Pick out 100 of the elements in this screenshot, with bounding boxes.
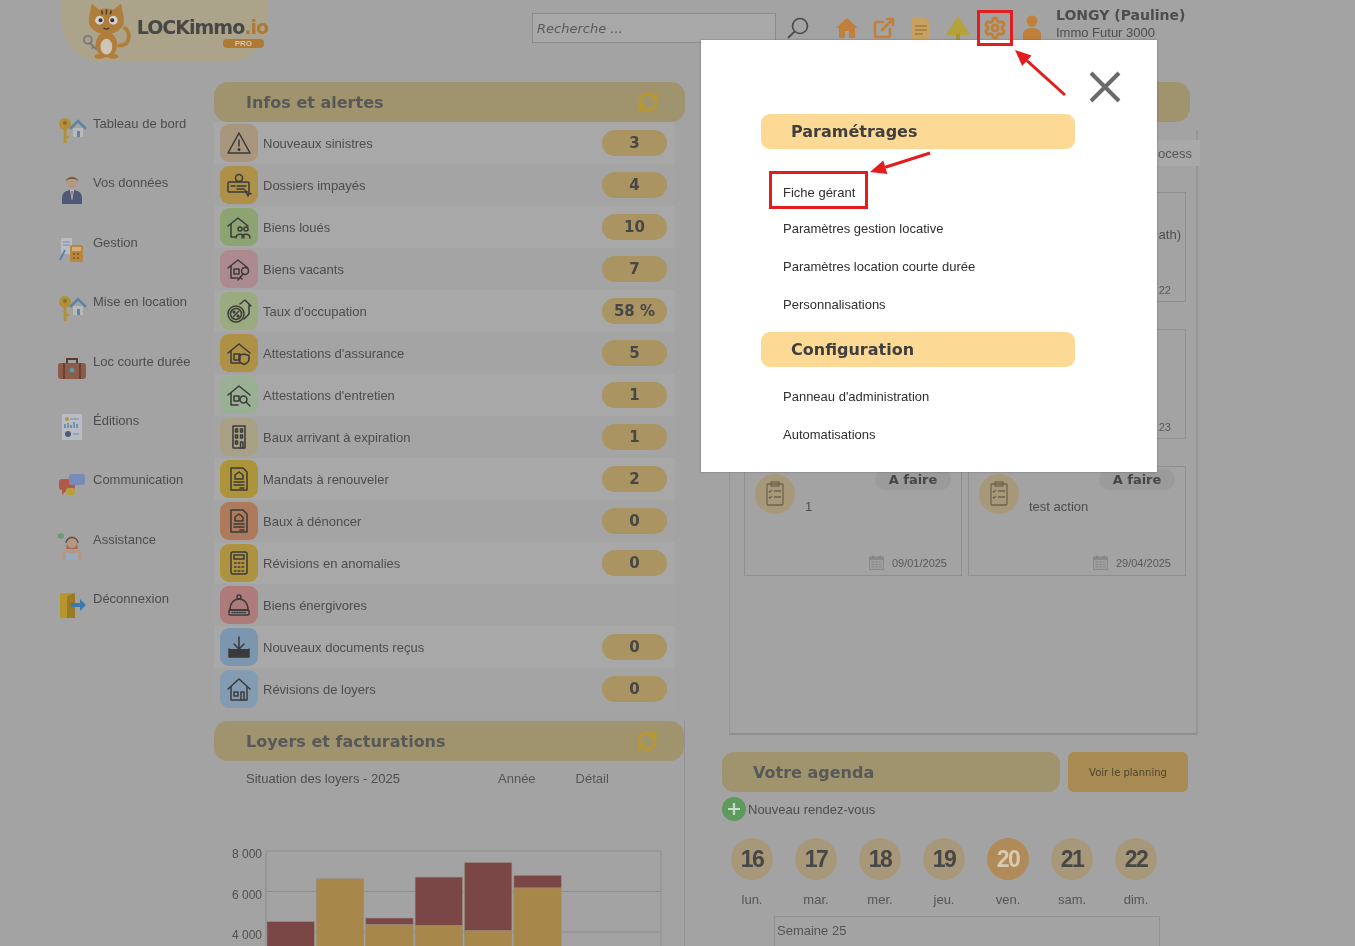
alert-row[interactable]: Mandats à renouveler 2 — [214, 458, 675, 500]
chart-title: Situation des loyers - 2025 — [246, 770, 401, 786]
alert-row[interactable]: Nouveaux documents reçus 0 — [214, 626, 675, 668]
day-number[interactable]: 21 — [1051, 838, 1093, 880]
alert-label: Attestations d'assurance — [263, 345, 406, 361]
alert-label: Révisions de loyers — [263, 681, 377, 697]
alert-label: Taux d'occupation — [263, 303, 368, 319]
view-link[interactable]: Année — [498, 770, 536, 786]
day-number[interactable]: 18 — [859, 838, 901, 880]
sidebar-item[interactable]: Mise en location — [57, 293, 187, 324]
menu-link[interactable]: Paramètres gestion locative — [783, 220, 944, 236]
weekday-label: ven. — [995, 892, 1021, 907]
view-link[interactable]: Détail — [575, 770, 609, 786]
sidebar-item[interactable]: Communication — [57, 471, 184, 502]
count-badge: 58 % — [602, 298, 667, 324]
count-badge: 10 — [602, 214, 667, 240]
alert-row[interactable]: Révisions en anomalies 0 — [214, 542, 675, 584]
count-badge: 0 — [602, 508, 667, 534]
key-house-icon — [57, 293, 87, 324]
count-badge: 0 — [602, 550, 667, 576]
alert-row[interactable]: Attestations d'entretien 1 — [214, 374, 675, 416]
count-badge: 7 — [602, 256, 667, 282]
axis-label: 4 000 — [231, 928, 262, 942]
task-date: 22 — [1158, 284, 1171, 296]
panel-title: Votre agenda — [753, 762, 875, 782]
key-house-icon — [57, 115, 87, 145]
count-badge: 2 — [602, 466, 667, 492]
external-link-icon[interactable] — [871, 15, 897, 41]
count-badge: 0 — [602, 634, 667, 660]
menu-link[interactable]: Personnalisations — [783, 296, 886, 312]
count-badge: 4 — [602, 172, 667, 198]
alert-label: Révisions en anomalies — [263, 555, 402, 571]
panel-title: Infos et alertes — [246, 92, 384, 112]
cat-mascot-icon — [80, 2, 133, 60]
search-field[interactable]: Recherche ... — [532, 13, 776, 43]
count-badge: 5 — [602, 340, 667, 366]
alert-label: Nouveaux documents reçus — [263, 639, 426, 655]
count-badge: 3 — [602, 130, 667, 156]
sidebar-item[interactable]: Tableau de bord — [57, 115, 187, 145]
day-number[interactable]: 17 — [795, 838, 837, 880]
sidebar-item[interactable]: Assistance — [57, 530, 156, 561]
weekday-label: mer. — [867, 892, 893, 907]
alert-label: Attestations d'entretien — [263, 387, 396, 403]
logo-wordmark: LOCKimmo — [136, 16, 245, 38]
weekday-label: dim. — [1123, 892, 1149, 907]
home-icon[interactable] — [834, 15, 860, 41]
alert-label: Dossiers impayés — [263, 177, 367, 193]
menu-link[interactable]: Fiche gérant — [769, 171, 869, 209]
weekday-label: sam. — [1057, 892, 1087, 907]
clipboard-icon — [755, 474, 795, 514]
pro-badge: PRO — [222, 39, 264, 48]
search-icon[interactable] — [786, 16, 810, 40]
menu-link[interactable]: Paramètres location courte durée — [783, 258, 976, 274]
count-badge: 1 — [602, 424, 667, 450]
day-number[interactable]: 16 — [731, 838, 773, 880]
panel-title: Loyers et facturations — [246, 731, 446, 751]
task-date: 09/01/2025 — [891, 556, 947, 569]
alert-label: Biens loués — [263, 219, 332, 235]
alert-row[interactable]: Biens loués 10 — [214, 206, 675, 248]
weekday-label: mar. — [803, 892, 829, 907]
axis-label: 8 000 — [231, 847, 262, 861]
section-title: Configuration — [791, 340, 915, 359]
count-badge: 1 — [602, 382, 667, 408]
calendar-icon — [1092, 555, 1108, 570]
week-label: Semaine 25 — [774, 916, 1160, 946]
sidebar-item[interactable]: Éditions — [57, 411, 140, 442]
close-icon[interactable] — [1088, 70, 1122, 104]
clipboard-icon — [979, 474, 1019, 514]
alert-label: Baux à dénoncer — [263, 513, 363, 529]
task-date: 23 — [1158, 421, 1171, 433]
alert-row[interactable]: Taux d'occupation 58 % — [214, 290, 675, 332]
planning-button[interactable]: Voir le planning — [1068, 752, 1188, 792]
sidebar-item[interactable]: Gestion — [57, 233, 138, 264]
agency-name: Immo Futur 3000 — [1056, 26, 1156, 40]
exit-icon — [57, 590, 87, 621]
task-date: 29/04/2025 — [1115, 556, 1171, 569]
alert-label: Baux arrivant à expiration — [263, 429, 412, 445]
task-title: ath) — [1158, 227, 1181, 242]
day-number[interactable]: 22 — [1115, 838, 1157, 880]
tree-icon[interactable] — [945, 15, 971, 41]
user-name: LONGY (Pauline) — [1056, 6, 1186, 24]
logo-suffix: .io — [244, 16, 268, 38]
new-appointment-link[interactable]: Nouveau rendez-vous — [722, 797, 876, 821]
weekday-label: lun. — [741, 892, 763, 907]
sidebar-item[interactable]: Vos données — [57, 174, 169, 205]
alert-row[interactable]: Nouveaux sinistres 3 — [214, 122, 675, 164]
menu-link[interactable]: Panneau d'administration — [783, 388, 930, 404]
alert-label: Biens énergivores — [263, 597, 369, 613]
sidebar-item[interactable]: Déconnexion — [57, 590, 169, 621]
calendar-icon — [868, 555, 884, 570]
axis-label: 6 000 — [231, 887, 262, 902]
task-title: test action — [1029, 499, 1089, 514]
menu-link[interactable]: Automatisations — [783, 426, 876, 442]
sidebar-item[interactable]: Loc courte durée — [57, 352, 191, 383]
count-badge: 0 — [602, 676, 667, 702]
day-number[interactable]: 20 — [987, 838, 1029, 880]
section-title: Paramétrages — [791, 122, 918, 141]
alert-label: Mandats à renouveler — [263, 471, 390, 487]
task-title: 1 — [805, 499, 813, 514]
day-number[interactable]: 19 — [923, 838, 965, 880]
